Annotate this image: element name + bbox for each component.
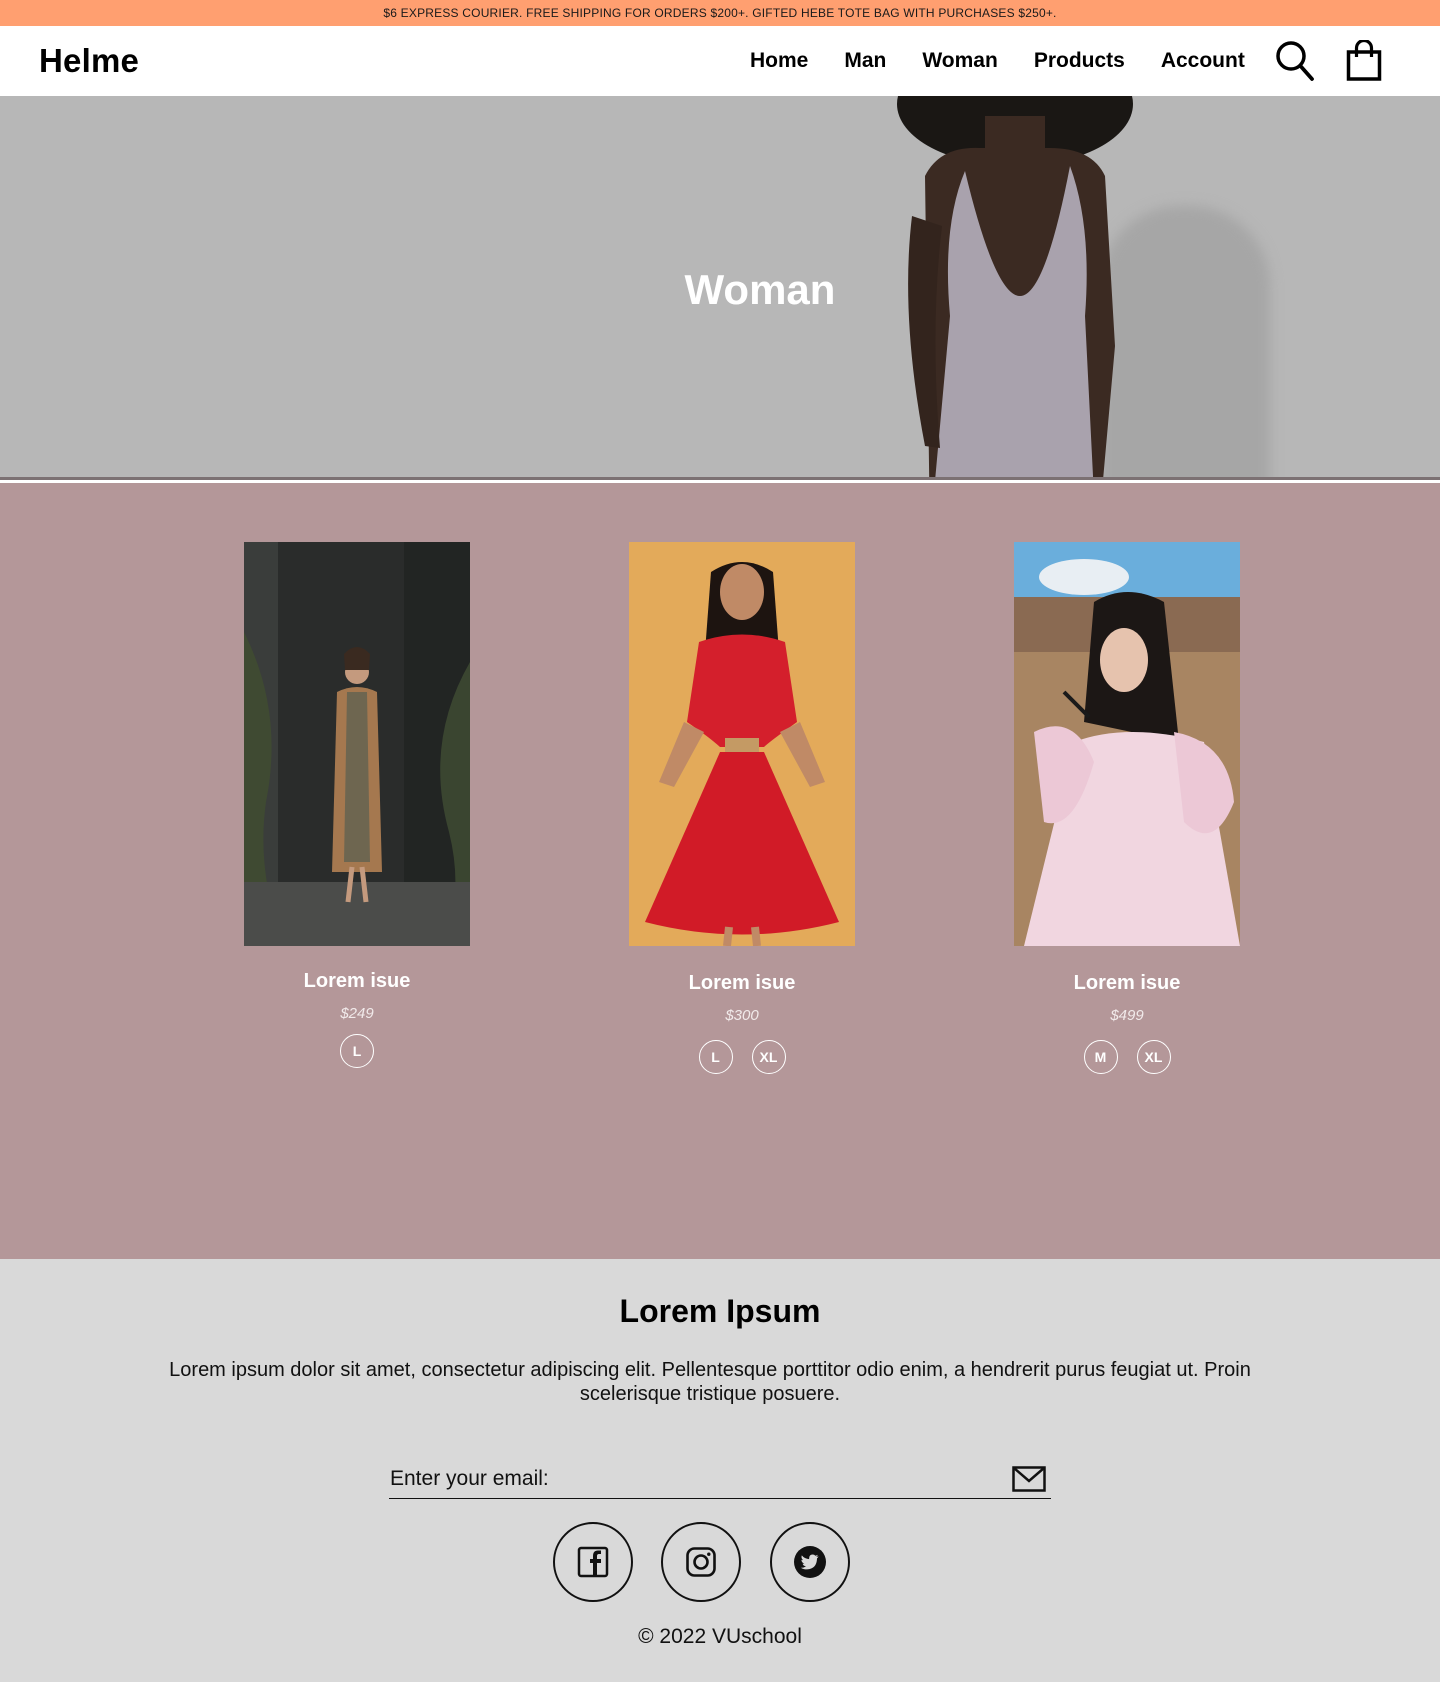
size-option[interactable]: XL bbox=[1136, 1040, 1171, 1074]
nav-man[interactable]: Man bbox=[844, 49, 886, 73]
envelope-icon bbox=[1012, 1466, 1046, 1492]
product-card: Lorem isue $300 L XL bbox=[629, 542, 855, 1074]
product-image[interactable] bbox=[629, 542, 855, 946]
product-price: $499 bbox=[1110, 1007, 1144, 1024]
logo[interactable]: Helme bbox=[39, 42, 139, 80]
instagram-link[interactable] bbox=[661, 1522, 741, 1602]
hero-title: Woman bbox=[684, 266, 836, 313]
newsletter-form bbox=[389, 1460, 1051, 1499]
subscribe-button[interactable] bbox=[1011, 1464, 1047, 1494]
hero-banner: Woman bbox=[0, 96, 1440, 480]
search-icon bbox=[1276, 41, 1314, 81]
site-header: Helme Home Man Woman Products Account bbox=[0, 26, 1440, 96]
size-option[interactable]: M bbox=[1083, 1040, 1118, 1074]
facebook-link[interactable] bbox=[553, 1522, 633, 1602]
product-image[interactable] bbox=[244, 542, 470, 946]
product-section: Lorem isue $249 L Lorem isue $300 L XL L… bbox=[0, 483, 1440, 1259]
product-title[interactable]: Lorem isue bbox=[629, 972, 855, 995]
email-input[interactable] bbox=[389, 1467, 1011, 1491]
product-price: $300 bbox=[725, 1007, 759, 1024]
twitter-link[interactable] bbox=[770, 1522, 850, 1602]
product-card: Lorem isue $249 L bbox=[244, 542, 470, 1068]
instagram-icon bbox=[686, 1547, 716, 1577]
nav-woman[interactable]: Woman bbox=[922, 49, 997, 73]
copyright: © 2022 VUschool bbox=[638, 1625, 802, 1648]
product-title[interactable]: Lorem isue bbox=[1014, 972, 1240, 995]
main-nav: Home Man Woman Products Account bbox=[750, 26, 1281, 96]
size-options: L bbox=[244, 1034, 470, 1068]
nav-home[interactable]: Home bbox=[750, 49, 808, 73]
size-option[interactable]: XL bbox=[751, 1040, 786, 1074]
size-options: M XL bbox=[1014, 1040, 1240, 1074]
announcement-bar: $6 EXPRESS COURIER. FREE SHIPPING FOR OR… bbox=[0, 0, 1440, 26]
footer-title: Lorem Ipsum bbox=[619, 1293, 821, 1329]
size-option[interactable]: L bbox=[340, 1034, 374, 1068]
product-title[interactable]: Lorem isue bbox=[244, 970, 470, 993]
nav-account[interactable]: Account bbox=[1161, 49, 1245, 73]
site-footer: Lorem Ipsum Lorem ipsum dolor sit amet, … bbox=[0, 1259, 1440, 1682]
search-button[interactable] bbox=[1273, 39, 1317, 83]
footer-text: Lorem ipsum dolor sit amet, consectetur … bbox=[169, 1359, 1251, 1405]
product-price: $249 bbox=[340, 1005, 374, 1022]
product-image[interactable] bbox=[1014, 542, 1240, 946]
facebook-icon bbox=[577, 1546, 609, 1578]
size-option[interactable]: L bbox=[698, 1040, 733, 1074]
twitter-icon bbox=[794, 1546, 826, 1578]
product-card: Lorem isue $499 M XL bbox=[1014, 542, 1240, 1074]
nav-products[interactable]: Products bbox=[1034, 49, 1125, 73]
size-options: L XL bbox=[629, 1040, 855, 1074]
shopping-bag-icon bbox=[1346, 40, 1382, 81]
cart-button[interactable] bbox=[1342, 39, 1386, 83]
announcement-text: $6 EXPRESS COURIER. FREE SHIPPING FOR OR… bbox=[383, 6, 1057, 20]
